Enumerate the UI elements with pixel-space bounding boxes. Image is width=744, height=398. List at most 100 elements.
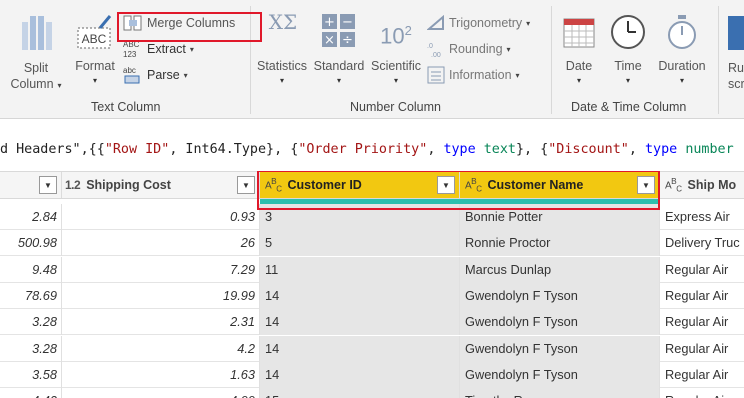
- chevron-down-icon: ▾: [279, 76, 284, 85]
- time-button[interactable]: Time ▾: [604, 6, 652, 94]
- cell-customer-name[interactable]: Gwendolyn F Tyson: [460, 361, 660, 388]
- cell-prev[interactable]: 3.58: [0, 361, 62, 388]
- number-column-group-label: Number Column: [350, 100, 442, 114]
- duration-label: Duration: [658, 59, 706, 73]
- text-type-icon[interactable]: ABC: [265, 176, 282, 193]
- svg-text:+: +: [324, 15, 335, 30]
- cell-customer-id[interactable]: 15: [260, 388, 460, 398]
- cell-shipping-cost[interactable]: 0.93: [62, 204, 260, 230]
- chevron-down-icon: ▾: [515, 70, 520, 80]
- cell-ship-mode[interactable]: Regular Air: [660, 388, 744, 398]
- cell-shipping-cost[interactable]: 4.99: [62, 388, 260, 398]
- cell-ship-mode[interactable]: Regular Air: [660, 362, 744, 388]
- group-divider: [250, 6, 251, 114]
- format-button[interactable]: ABC Format ▾: [70, 6, 120, 94]
- extract-button[interactable]: ABC 123 Extract ▾: [123, 39, 194, 59]
- parse-button[interactable]: abc Parse ▾: [123, 65, 188, 85]
- formula-token: text: [483, 142, 516, 157]
- statistics-button[interactable]: XΣ Statistics ▾: [254, 6, 310, 94]
- split-column-button[interactable]: Split Column ▾: [8, 6, 64, 94]
- cell-shipping-cost[interactable]: 4.2: [62, 335, 260, 362]
- cell-ship-mode[interactable]: Regular Air: [660, 336, 744, 362]
- cell-customer-name[interactable]: Bonnie Potter: [460, 204, 660, 230]
- column-header-prev[interactable]: ▼: [0, 172, 62, 198]
- standard-button[interactable]: + − × ÷ Standard ▾: [310, 6, 368, 94]
- chevron-down-icon: ▾: [679, 76, 684, 85]
- chevron-down-icon: ▾: [625, 76, 630, 85]
- standard-label: Standard: [313, 59, 365, 73]
- clock-icon: [611, 15, 645, 49]
- cell-customer-id[interactable]: 5: [260, 230, 460, 257]
- cell-shipping-cost[interactable]: 2.31: [62, 309, 260, 336]
- cell-customer-id[interactable]: 14: [260, 361, 460, 388]
- stopwatch-icon: [668, 15, 696, 49]
- chevron-down-icon: ▾: [183, 70, 188, 80]
- table-row: 2.84 0.93 3 Bonnie Potter Express Air: [0, 204, 744, 230]
- cell-prev[interactable]: 3.28: [0, 335, 62, 362]
- svg-text:.00: .00: [431, 52, 441, 58]
- cell-ship-mode[interactable]: Regular Air: [660, 309, 744, 335]
- merge-columns-icon: [123, 15, 142, 31]
- cell-customer-id[interactable]: 11: [260, 256, 460, 283]
- information-button[interactable]: Information ▾: [427, 65, 520, 85]
- cell-prev[interactable]: 500.98: [0, 230, 62, 257]
- table-row: 4.424.9915Timothy ReeseRegular Air: [0, 388, 744, 398]
- column-header-customer-id[interactable]: ABC Customer ID ▼: [260, 172, 460, 198]
- merge-columns-label: Merge Columns: [147, 16, 236, 30]
- cell-prev[interactable]: 2.84: [0, 204, 62, 230]
- cell-ship-mode[interactable]: Regular Air: [660, 257, 744, 283]
- decimal-type-icon[interactable]: 1.2: [65, 178, 81, 192]
- cell-customer-name[interactable]: Gwendolyn F Tyson: [460, 335, 660, 362]
- cell-prev[interactable]: 3.28: [0, 309, 62, 336]
- extract-icon: ABC 123: [123, 40, 140, 59]
- table-row: 3.58 1.63 14 Gwendolyn F Tyson Regular Air: [0, 361, 744, 388]
- rounding-button[interactable]: .0.00 Rounding ▾: [427, 39, 511, 59]
- scientific-button[interactable]: 102 Scientific ▾: [368, 6, 424, 94]
- filter-dropdown-button[interactable]: ▼: [39, 176, 57, 194]
- cell-ship-mode[interactable]: Delivery Truc: [660, 230, 744, 256]
- column-header-ship-mode[interactable]: ABC Ship Mo: [660, 172, 744, 198]
- svg-text:ABC: ABC: [123, 40, 140, 49]
- column-header-label: Ship Mo: [687, 178, 737, 192]
- column-header-shipping-cost[interactable]: 1.2 Shipping Cost ▼: [62, 172, 260, 198]
- trigonometry-button[interactable]: Trigonometry ▾: [427, 13, 530, 33]
- chevron-down-icon: ▾: [506, 44, 511, 54]
- cell-shipping-cost[interactable]: 26: [62, 230, 260, 257]
- trigonometry-label: Trigonometry: [449, 16, 523, 30]
- cell-customer-id[interactable]: 3: [260, 204, 460, 230]
- script-icon: [728, 16, 744, 50]
- cell-customer-id[interactable]: 14: [260, 282, 460, 309]
- merge-columns-button[interactable]: Merge Columns: [123, 13, 235, 33]
- formula-bar[interactable]: d Headers",{{"Row ID", Int64.Type}, {"Or…: [0, 132, 744, 168]
- filter-dropdown-button[interactable]: ▼: [637, 176, 655, 194]
- text-type-icon[interactable]: ABC: [665, 176, 682, 193]
- cell-prev[interactable]: 9.48: [0, 256, 62, 283]
- run-script-button[interactable]: Ru scr: [722, 6, 744, 94]
- cell-ship-mode[interactable]: Regular Air: [660, 283, 744, 309]
- cell-customer-name[interactable]: Marcus Dunlap: [460, 256, 660, 283]
- cell-customer-id[interactable]: 14: [260, 335, 460, 362]
- column-header-customer-name[interactable]: ABC Customer Name ▼: [460, 172, 660, 198]
- extract-label: Extract: [147, 42, 186, 56]
- cell-ship-mode[interactable]: Express Air: [660, 204, 744, 230]
- text-type-icon[interactable]: ABC: [465, 176, 482, 193]
- cell-customer-name[interactable]: Ronnie Proctor: [460, 230, 660, 257]
- cell-customer-id[interactable]: 14: [260, 309, 460, 336]
- cell-prev[interactable]: 78.69: [0, 282, 62, 309]
- filter-dropdown-button[interactable]: ▼: [237, 176, 255, 194]
- formula-token: ,: [427, 142, 444, 157]
- chevron-down-icon: ▾: [393, 76, 398, 85]
- cell-customer-name[interactable]: Gwendolyn F Tyson: [460, 282, 660, 309]
- cell-prev[interactable]: 4.42: [0, 388, 62, 398]
- data-grid: ▼ 1.2 Shipping Cost ▼ ABC Customer ID ▼ …: [0, 171, 744, 398]
- date-button[interactable]: Date ▾: [556, 6, 602, 94]
- cell-shipping-cost[interactable]: 19.99: [62, 282, 260, 309]
- table-row: 500.98 26 5 Ronnie Proctor Delivery Truc: [0, 230, 744, 257]
- filter-dropdown-button[interactable]: ▼: [437, 176, 455, 194]
- svg-text:−: −: [342, 15, 353, 30]
- duration-button[interactable]: Duration ▾: [654, 6, 710, 94]
- cell-customer-name[interactable]: Gwendolyn F Tyson: [460, 309, 660, 336]
- cell-customer-name[interactable]: Timothy Reese: [460, 388, 660, 398]
- cell-shipping-cost[interactable]: 1.63: [62, 361, 260, 388]
- cell-shipping-cost[interactable]: 7.29: [62, 256, 260, 283]
